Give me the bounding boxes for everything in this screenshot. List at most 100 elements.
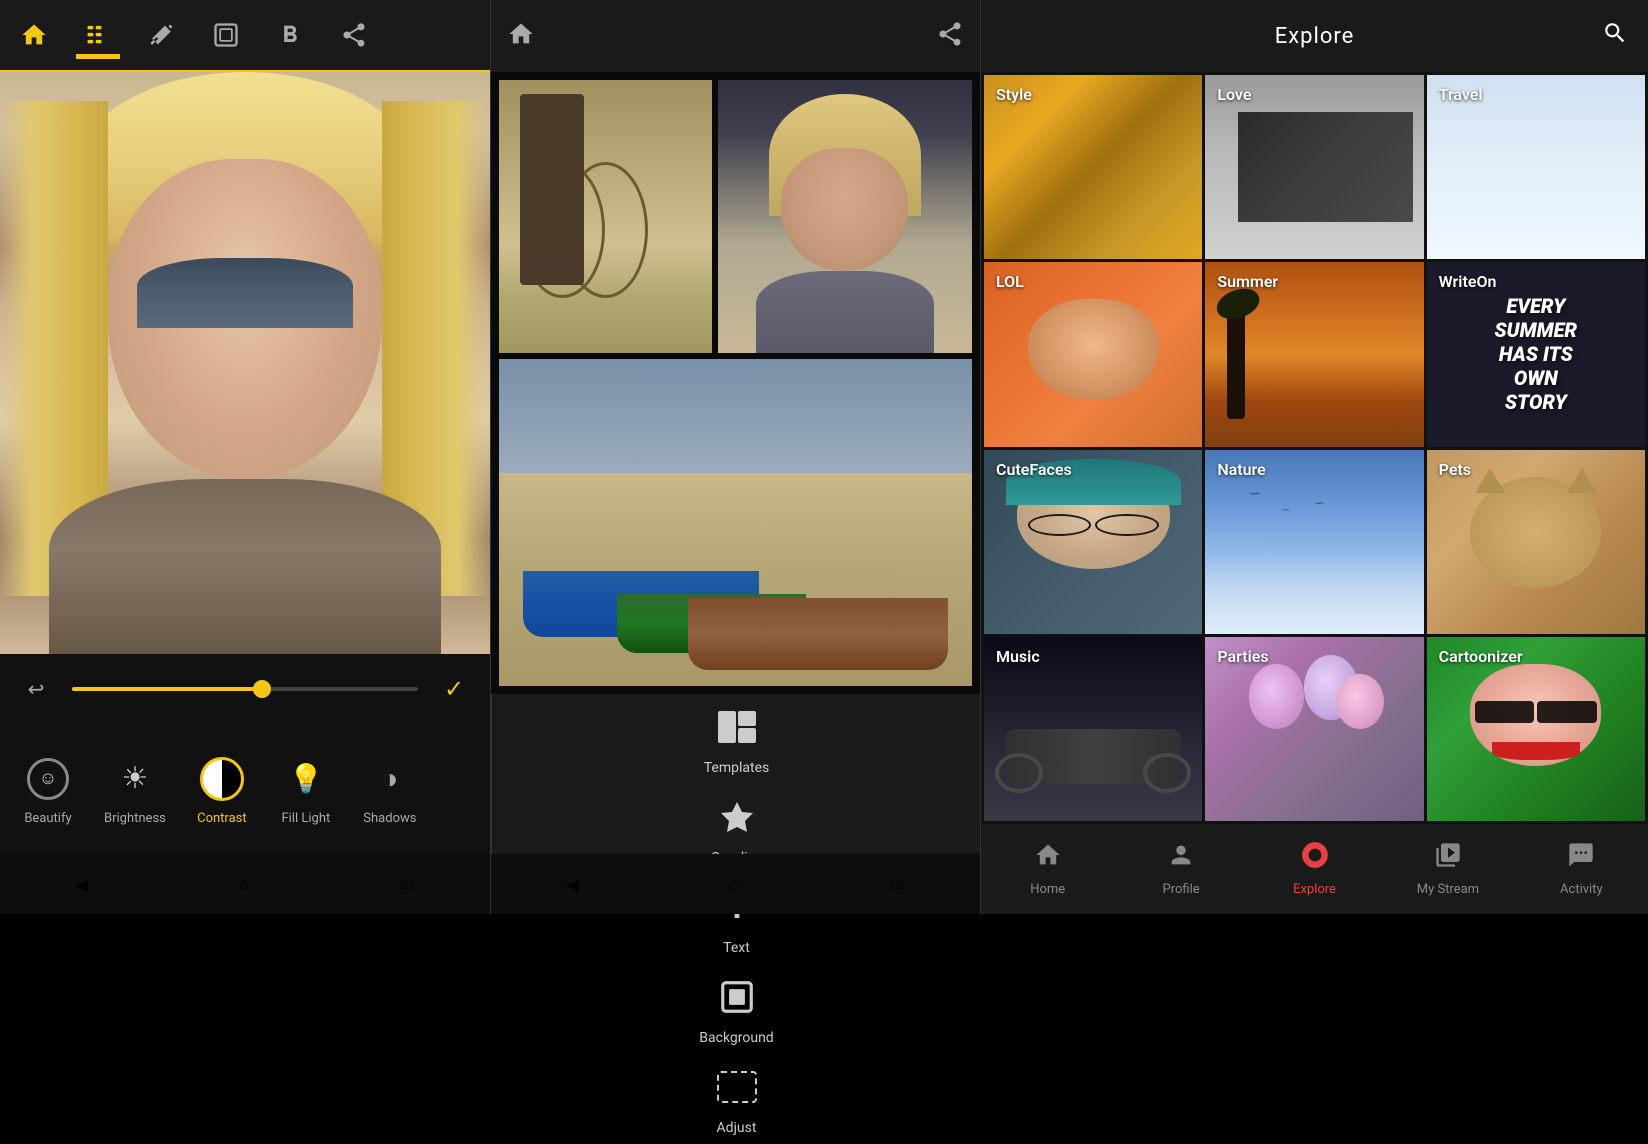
adjust-tools-button[interactable]: [76, 13, 120, 57]
grid-cell-lol[interactable]: LOL: [984, 262, 1202, 446]
slider-row: ↩ ✓: [0, 654, 490, 724]
tool-contrast-label: Contrast: [197, 811, 247, 826]
tool-templates[interactable]: Templates: [688, 694, 786, 784]
cat-ear-left: [1475, 468, 1505, 493]
grid-cell-cutefaces[interactable]: CuteFaces: [984, 450, 1202, 634]
editor-controls: ↩ ✓ ☺ Beautify ☀ Brightness: [0, 654, 490, 914]
grid-cell-style[interactable]: Style: [984, 75, 1202, 259]
grid-cell-music[interactable]: Music: [984, 637, 1202, 821]
cartoon-lips: [1492, 742, 1579, 760]
profile-nav-icon: [1167, 841, 1195, 876]
boats-photo: [499, 359, 972, 686]
nav-profile[interactable]: Profile: [1114, 833, 1247, 905]
grid-cell-love[interactable]: Love: [1205, 75, 1423, 259]
frame-button[interactable]: [204, 13, 248, 57]
nav-explore[interactable]: Explore: [1248, 833, 1381, 905]
nav-mystream-label: My Stream: [1417, 882, 1479, 897]
glasses: [1028, 514, 1159, 536]
collage-back-button[interactable]: ◀: [566, 875, 578, 894]
style-label: Style: [996, 85, 1032, 104]
lol-label: LOL: [996, 272, 1024, 291]
templates-icon: [712, 702, 762, 752]
portrait-face: [781, 148, 908, 271]
shadows-icon: ◑: [364, 753, 416, 805]
palm-trunk-1: [1227, 308, 1244, 419]
writeon-overlay-text: EVERY SUMMER HAS ITS OWN STORY: [1481, 294, 1590, 414]
nav-activity-label: Activity: [1560, 882, 1603, 897]
tool-brightness[interactable]: ☀ Brightness: [92, 745, 178, 834]
brightness-icon: ☀: [109, 753, 161, 805]
collage-top-row: [499, 80, 972, 353]
writeon-label: WriteOn: [1439, 272, 1497, 291]
share-button[interactable]: [332, 13, 376, 57]
back-nav-button[interactable]: ◀: [75, 875, 87, 894]
panel-editor: ↩ ✓ ☺ Beautify ☀ Brightness: [0, 0, 490, 914]
contrast-icon: [196, 753, 248, 805]
editor-nav-bar: ◀ ⌂ ▭: [0, 854, 490, 914]
collage-share-button[interactable]: [936, 20, 964, 52]
background-icon: [712, 972, 762, 1022]
cat-ear-right: [1567, 468, 1597, 493]
nature-label: Nature: [1217, 460, 1265, 479]
grid-cell-nature[interactable]: ∽ ∽ ∽ Nature: [1205, 450, 1423, 634]
bird-1: ∽: [1249, 486, 1261, 502]
grid-cell-writeon[interactable]: WriteOn EVERY SUMMER HAS ITS OWN STORY: [1427, 262, 1645, 446]
door: [520, 94, 584, 285]
bird-3: ∽: [1314, 496, 1324, 510]
tool-beautify[interactable]: ☺ Beautify: [8, 745, 88, 834]
brightness-slider[interactable]: [72, 687, 418, 691]
home-nav-icon: [1034, 841, 1062, 876]
bold-button[interactable]: [268, 13, 312, 57]
collage-cell-boats[interactable]: [499, 359, 972, 686]
music-label: Music: [996, 647, 1040, 666]
recents-nav-button[interactable]: ▭: [399, 875, 414, 894]
home-button[interactable]: [12, 13, 56, 57]
tool-filllight[interactable]: 💡 Fill Light: [266, 745, 346, 834]
grid-cell-travel[interactable]: Travel: [1427, 75, 1645, 259]
collage-nav-bar: ◀ ⌂ ▭: [491, 854, 980, 914]
moto-wheel-front: [995, 753, 1043, 794]
bicycle-photo: [499, 80, 712, 353]
grid-cell-pets[interactable]: Pets: [1427, 450, 1645, 634]
nav-mystream[interactable]: My Stream: [1381, 833, 1514, 905]
grid-cell-cartoonizer[interactable]: Cartoonizer: [1427, 637, 1645, 821]
collage-recents-button[interactable]: ▭: [890, 875, 905, 894]
love-figure: [1238, 112, 1413, 223]
tool-beautify-label: Beautify: [24, 811, 71, 826]
boat-brown: [688, 598, 948, 670]
parties-label: Parties: [1217, 647, 1268, 666]
nav-home-label: Home: [1030, 882, 1065, 897]
confirm-button[interactable]: ✓: [434, 669, 474, 709]
grid-cell-parties[interactable]: Parties: [1205, 637, 1423, 821]
panel-collage: Templates Goodies Text: [490, 0, 980, 914]
tool-contrast[interactable]: Contrast: [182, 745, 262, 834]
sky: [499, 359, 972, 474]
nav-home[interactable]: Home: [981, 833, 1114, 905]
home-nav-button[interactable]: ⌂: [239, 874, 249, 894]
collage-cell-portrait[interactable]: [718, 80, 972, 353]
nav-explore-label: Explore: [1293, 882, 1336, 897]
beautify-icon: ☺: [22, 753, 74, 805]
photo-background: [0, 72, 490, 654]
collage-home-button[interactable]: [507, 20, 535, 52]
editor-tools-row: ☺ Beautify ☀ Brightness Contrast 💡 Fill …: [0, 724, 490, 854]
filllight-icon: 💡: [280, 753, 332, 805]
collage-home-nav-button[interactable]: ⌂: [729, 874, 739, 894]
search-button[interactable]: [1602, 20, 1628, 52]
undo-button[interactable]: ↩: [16, 669, 56, 709]
wand-button[interactable]: [140, 13, 184, 57]
lol-face: [1028, 299, 1159, 400]
collage-display: [491, 72, 980, 694]
nav-profile-label: Profile: [1163, 882, 1200, 897]
collage-cell-bicycle[interactable]: [499, 80, 712, 353]
adjust-icon: [712, 1062, 762, 1112]
tool-adjust[interactable]: Adjust: [696, 1054, 778, 1144]
summer-label: Summer: [1217, 272, 1278, 291]
tool-shadows[interactable]: ◑ Shadows: [350, 745, 430, 834]
tool-background[interactable]: Background: [683, 964, 789, 1054]
cat-face: [1470, 477, 1601, 588]
nav-activity[interactable]: Activity: [1515, 833, 1648, 905]
grid-cell-summer[interactable]: Summer: [1205, 262, 1423, 446]
balloon-3: [1336, 674, 1384, 729]
tool-shadows-label: Shadows: [363, 811, 416, 826]
